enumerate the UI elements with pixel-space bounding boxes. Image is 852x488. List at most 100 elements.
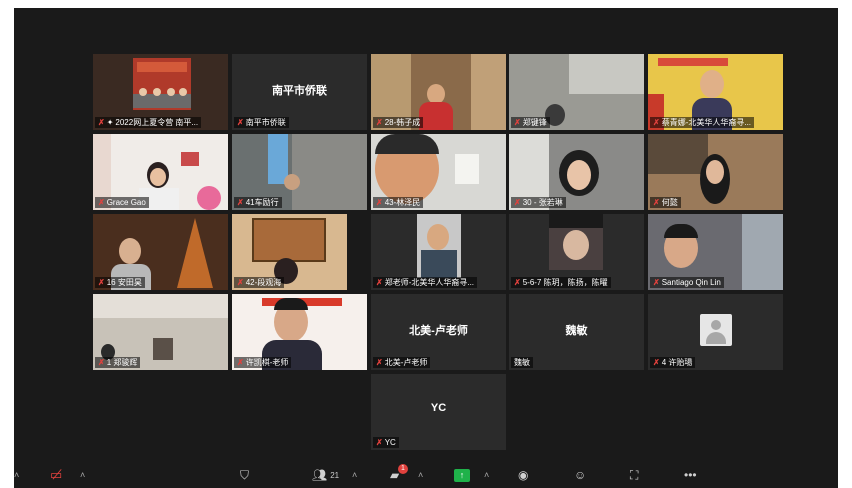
mic-muted-icon: ✗ — [237, 278, 244, 287]
record-button[interactable]: ◉ — [518, 466, 528, 484]
pin-icon: ✦ — [106, 118, 114, 127]
participant-nameplate: ✗ 许凯棋-老师 — [234, 357, 292, 368]
participant-nameplate: ✗ 42-段观海 — [234, 277, 285, 288]
participant-nameplate: ✗ 北美-卢老师 — [373, 357, 431, 368]
participant-nameplate: ✗ 郑老师-北美华人华裔寻... — [373, 277, 478, 288]
participant-nameplate: ✗ ✦ 2022网上夏令营 南平... — [95, 117, 202, 128]
participant-name: 4 许贻瑒 — [661, 358, 693, 367]
participant-tile[interactable]: ✗ 郑键锋 — [509, 54, 644, 130]
mic-muted-icon: ✗ — [376, 358, 383, 367]
participant-nameplate: ✗ 41车励行 — [234, 197, 282, 208]
reactions-button[interactable]: ☺ — [574, 466, 586, 484]
participants-button[interactable]: 👥︎ 21 — [312, 466, 339, 484]
mic-muted-icon: ✗ — [98, 278, 105, 287]
video-off-button[interactable]: ▭̸ — [50, 466, 62, 484]
mic-muted-icon: ✗ — [376, 278, 383, 287]
participant-tile[interactable]: ✗ 4 许贻瑒 — [648, 294, 783, 370]
mic-muted-icon: ✗ — [514, 118, 521, 127]
participant-display-name: 魏敏 — [565, 325, 588, 337]
participant-tile[interactable]: ✗ 41车励行 — [232, 134, 367, 210]
chat-button[interactable]: ▰ 1 — [390, 464, 408, 484]
participant-nameplate: 魏敏 — [511, 357, 533, 368]
mic-muted-icon: ✗ — [237, 358, 244, 367]
participant-nameplate: ✗ 4 许贻瑒 — [650, 357, 696, 368]
participant-display-name: 南平市侨联 — [272, 85, 327, 97]
share-options-caret[interactable]: ˄ — [484, 466, 489, 484]
chevron-up-icon[interactable]: ˄ — [14, 466, 19, 484]
participant-tile[interactable]: ✗ 43-林泽民 — [371, 134, 506, 210]
participant-nameplate: ✗ 28-韩子成 — [373, 117, 424, 128]
participant-tile[interactable]: ✗ 蔡青娜-北美华人华裔寻... — [648, 54, 783, 130]
participant-name: 北美-卢老师 — [384, 358, 428, 367]
participant-name: 28-韩子成 — [384, 118, 421, 127]
participant-tile[interactable]: ✗ 1 郑骏辉 — [93, 294, 228, 370]
participant-name: 许凯棋-老师 — [245, 358, 289, 367]
more-button[interactable]: ••• — [684, 466, 697, 484]
participant-display-name: 北美-卢老师 — [409, 325, 468, 337]
participant-nameplate: ✗ YC — [373, 437, 399, 448]
participant-tile[interactable]: ✗ 许凯棋-老师 — [232, 294, 367, 370]
participant-nameplate: ✗ 蔡青娜-北美华人华裔寻... — [650, 117, 755, 128]
mic-muted-icon: ✗ — [98, 358, 105, 367]
mic-muted-icon: ✗ — [653, 198, 660, 207]
apps-button[interactable]: ⛶ — [630, 466, 638, 484]
video-options-caret[interactable]: ˄ — [80, 466, 85, 484]
share-screen-button[interactable]: ↑ — [454, 466, 470, 484]
participant-name: 5-6-7 陈玥，陈扬，陈曜 — [522, 278, 608, 287]
participant-tile[interactable]: ✗ 何懿 — [648, 134, 783, 210]
participant-name: YC — [384, 438, 396, 447]
participants-count: 21 — [330, 470, 340, 480]
participant-nameplate: ✗ 5-6-7 陈玥，陈扬，陈曜 — [511, 277, 611, 288]
participant-name: Santiago Qin Lin — [661, 278, 721, 287]
participant-name: 2022网上夏令营 南平... — [115, 118, 199, 127]
participant-nameplate: ✗ 南平市侨联 — [234, 117, 289, 128]
share-screen-icon: ↑ — [454, 468, 470, 482]
participant-name: 42-段观海 — [245, 278, 282, 287]
mic-muted-icon: ✗ — [237, 118, 244, 127]
default-avatar-icon — [700, 314, 732, 346]
mic-muted-icon: ✗ — [376, 438, 383, 447]
participants-options-caret[interactable]: ˄ — [352, 466, 357, 484]
participant-name: Grace Gao — [106, 198, 146, 207]
participant-name: 蔡青娜-北美华人华裔寻... — [661, 118, 752, 127]
participant-tile[interactable]: ✗ ✦ 2022网上夏令营 南平... — [93, 54, 228, 130]
participant-tile[interactable]: ✗ Santiago Qin Lin — [648, 214, 783, 290]
participant-tile[interactable]: ✗ 郑老师-北美华人华裔寻... — [371, 214, 506, 290]
participant-tile[interactable]: ✗ 16 安田昊 — [93, 214, 228, 290]
participant-tile[interactable]: 魏敏 魏敏 — [509, 294, 644, 370]
participant-tile[interactable]: ✗ 42-段观海 — [232, 214, 367, 290]
reactions-icon: ☺ — [574, 468, 587, 482]
participant-name: 郑老师-北美华人华裔寻... — [384, 278, 475, 287]
participant-tile[interactable]: ✗ 28-韩子成 — [371, 54, 506, 130]
participant-name: 南平市侨联 — [245, 118, 286, 127]
video-meeting-window: ✗ ✦ 2022网上夏令营 南平... 南平市侨联 ✗ 南平市侨联 ✗ 28-韩… — [14, 8, 838, 488]
participant-nameplate: ✗ Grace Gao — [95, 197, 149, 208]
mic-muted-icon: ✗ — [514, 198, 521, 207]
participant-display-name: YC — [430, 402, 447, 414]
mic-muted-icon: ✗ — [653, 118, 660, 127]
mic-muted-icon: ✗ — [98, 118, 105, 127]
participant-name: 30 - 张若琳 — [522, 198, 563, 207]
shield-icon: ⛉ — [240, 467, 250, 482]
participant-tile[interactable]: 南平市侨联 ✗ 南平市侨联 — [232, 54, 367, 130]
participant-name: 1 郑骏辉 — [106, 358, 138, 367]
video-off-icon: ▭̸ — [50, 467, 63, 482]
participant-name: 何懿 — [661, 198, 678, 207]
mic-muted-icon: ✗ — [98, 198, 105, 207]
participant-nameplate: ✗ 1 郑骏辉 — [95, 357, 141, 368]
participant-nameplate: ✗ 16 安田昊 — [95, 277, 145, 288]
participant-tile[interactable]: 北美-卢老师 ✗ 北美-卢老师 — [371, 294, 506, 370]
chat-options-caret[interactable]: ˄ — [418, 466, 423, 484]
mic-muted-icon: ✗ — [653, 278, 660, 287]
participant-name: 43-林泽民 — [384, 198, 421, 207]
mic-muted-icon: ✗ — [653, 358, 660, 367]
participant-tile[interactable]: ✗ 30 - 张若琳 — [509, 134, 644, 210]
participant-tile[interactable]: YC ✗ YC — [371, 374, 506, 450]
mic-muted-icon: ✗ — [237, 198, 244, 207]
security-button[interactable]: ⛉ — [240, 466, 249, 484]
record-icon: ◉ — [518, 468, 529, 482]
participant-tile[interactable]: ✗ Grace Gao — [93, 134, 228, 210]
participant-tile[interactable]: ✗ 5-6-7 陈玥，陈扬，陈曜 — [509, 214, 644, 290]
participant-name: 41车励行 — [245, 198, 279, 207]
participant-name: 16 安田昊 — [106, 278, 142, 287]
